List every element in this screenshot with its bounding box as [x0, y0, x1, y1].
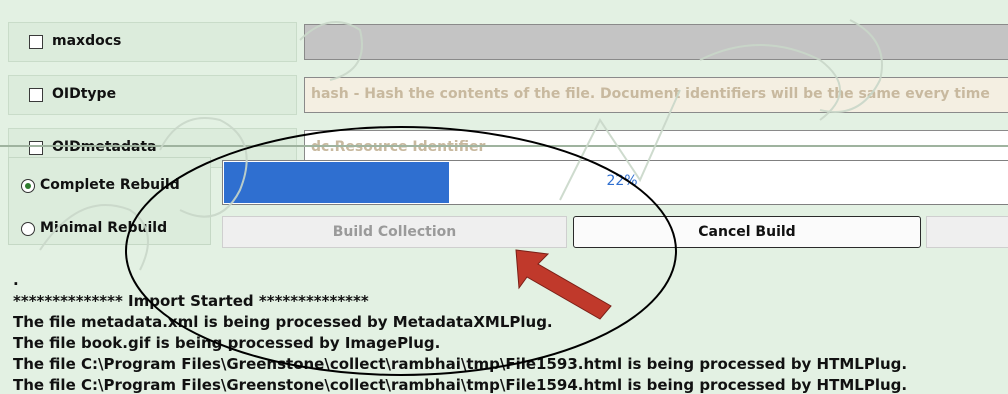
field-value: dc.Resource Identifier	[311, 139, 486, 155]
build-mode-panel: Complete Rebuild Minimal Rebuild	[8, 157, 211, 245]
complete-rebuild-label: Complete Rebuild	[40, 177, 180, 193]
build-log: . ************** Import Started ********…	[13, 270, 1008, 394]
log-line: The file book.gif is being processed by …	[13, 334, 441, 352]
complete-rebuild-radio[interactable]	[21, 179, 35, 193]
field-value: hash - Hash the contents of the file. Do…	[311, 86, 990, 102]
maxdocs-field[interactable]	[304, 24, 1008, 60]
log-line: The file metadata.xml is being processed…	[13, 313, 553, 331]
oidtype-dropdown[interactable]: hash - Hash the contents of the file. Do…	[304, 77, 1008, 113]
log-line: .	[13, 271, 19, 289]
build-progress-bar: 22%	[222, 160, 1008, 205]
maxdocs-checkbox[interactable]	[29, 35, 43, 49]
option-label-panel: OIDtype	[8, 75, 297, 115]
option-label: OIDmetadata	[52, 139, 157, 155]
panel-divider	[0, 145, 1008, 147]
log-line: ************** Import Started **********…	[13, 292, 369, 310]
option-label-panel: maxdocs	[8, 22, 297, 62]
option-label: maxdocs	[52, 33, 122, 49]
oidtype-checkbox[interactable]	[29, 88, 43, 102]
build-window: maxdocs OIDtype hash - Hash the contents…	[0, 0, 1008, 394]
build-collection-button[interactable]: Build Collection	[222, 216, 567, 248]
option-label: OIDtype	[52, 86, 117, 102]
cancel-build-button[interactable]: Cancel Build	[573, 216, 921, 248]
option-row-maxdocs: maxdocs	[8, 22, 1008, 62]
minimal-rebuild-radio[interactable]	[21, 222, 35, 236]
progress-percent: 22%	[606, 173, 638, 189]
partial-button[interactable]	[926, 216, 1008, 248]
log-line: The file C:\Program Files\Greenstone\col…	[13, 355, 908, 373]
oidmetadata-checkbox[interactable]	[29, 141, 43, 155]
log-line: The file C:\Program Files\Greenstone\col…	[13, 376, 908, 394]
option-row-oidtype: OIDtype hash - Hash the contents of the …	[8, 75, 1008, 115]
minimal-rebuild-label: Minimal Rebuild	[40, 220, 168, 236]
